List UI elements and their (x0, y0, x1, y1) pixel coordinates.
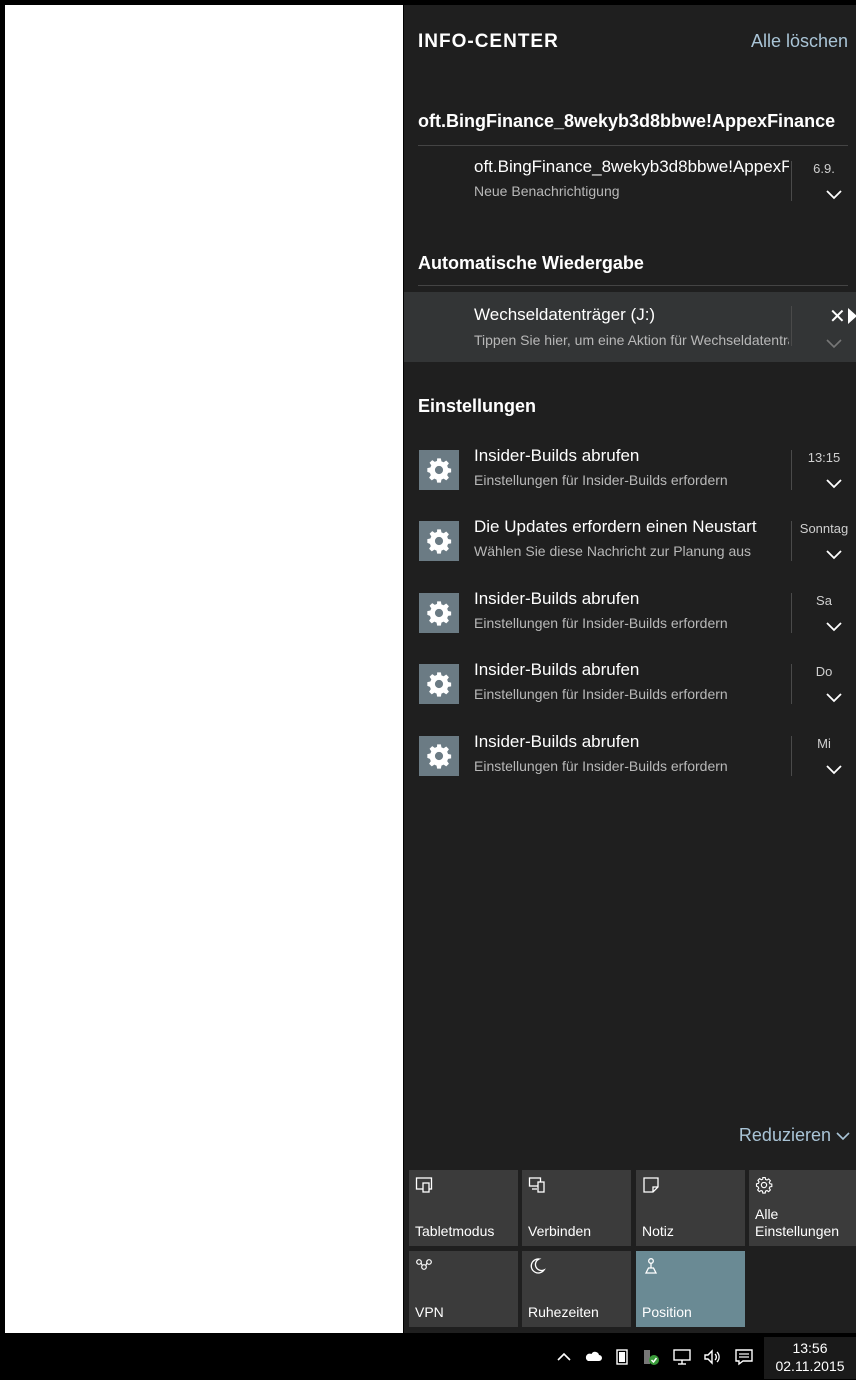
notification-divider (791, 521, 792, 561)
quick-action-label: Position (642, 1304, 692, 1320)
group-header-autoplay[interactable]: Automatische Wiedergabe (418, 253, 848, 274)
quick-action-label: Verbinden (528, 1223, 592, 1239)
group-divider (418, 285, 848, 286)
onedrive-icon[interactable] (583, 1347, 603, 1367)
notification-time: 13:15 (807, 450, 841, 465)
notification-divider (791, 161, 792, 201)
notification-body: Tippen Sie hier, um eine Aktion für Wech… (474, 332, 789, 348)
notification-time: Sonntag (799, 521, 849, 536)
notification-divider (791, 306, 792, 346)
close-icon[interactable]: ✕ (829, 304, 846, 329)
notification-removable-drive[interactable]: Wechseldatenträger (J:) Tippen Sie hier,… (404, 292, 856, 362)
notification-title: Insider-Builds abrufen (474, 589, 640, 608)
connect-icon (528, 1177, 545, 1193)
taskbar (0, 1333, 856, 1380)
quick-action-label: Ruhezeiten (528, 1304, 599, 1320)
chevron-down-icon[interactable] (822, 762, 846, 778)
desktop-area[interactable] (5, 5, 403, 1333)
notification-insider-builds-2[interactable]: Insider-Builds abrufen Einstellungen für… (404, 589, 856, 657)
collapse-label: Reduzieren (738, 1125, 831, 1145)
security-icon[interactable] (641, 1347, 661, 1367)
notification-divider (791, 736, 792, 776)
notification-body: Einstellungen für Insider-Builds erforde… (474, 615, 728, 631)
notification-bingfinance[interactable]: oft.BingFinance_8wekyb3d8bbwe!AppexFinan… (404, 157, 856, 225)
quick-action-label: Alle Einstellungen (755, 1206, 840, 1239)
gear-icon (755, 1176, 773, 1194)
clock-time: 13:56 (792, 1340, 828, 1356)
vpn-icon (416, 1259, 432, 1270)
quick-action-label: Notiz (642, 1223, 674, 1239)
notification-title: Insider-Builds abrufen (474, 660, 640, 679)
quick-action-vpn[interactable]: VPN (409, 1251, 518, 1327)
group-header-bingfinance[interactable]: oft.BingFinance_8wekyb3d8bbwe!AppexFinan… (418, 111, 848, 132)
moon-icon (530, 1258, 546, 1274)
notification-body: Einstellungen für Insider-Builds erforde… (474, 758, 728, 774)
chevron-up-icon[interactable] (554, 1347, 574, 1367)
volume-icon[interactable] (702, 1347, 722, 1367)
quick-action-label: VPN (415, 1304, 444, 1320)
quick-action-label: Tabletmodus (415, 1223, 495, 1239)
notification-body: Wählen Sie diese Nachricht zur Planung a… (474, 543, 752, 559)
notification-time: 6.9. (813, 161, 835, 176)
chevron-down-icon (836, 1132, 850, 1141)
notification-body: Einstellungen für Insider-Builds erforde… (474, 472, 728, 488)
quick-action-location[interactable]: Position (636, 1251, 745, 1327)
quick-action-quiet-hours[interactable]: Ruhezeiten (522, 1251, 631, 1327)
network-icon[interactable] (672, 1347, 692, 1367)
gear-icon (419, 593, 459, 633)
taskbar-clock[interactable]: 13:56 02.11.2015 (764, 1337, 856, 1379)
battery-icon[interactable] (612, 1347, 632, 1367)
gear-icon (419, 450, 459, 490)
action-center-title: INFO-CENTER (418, 31, 559, 52)
tablet-mode-icon (415, 1177, 433, 1193)
notification-insider-builds-4[interactable]: Insider-Builds abrufen Einstellungen für… (404, 732, 856, 800)
notification-title: Insider-Builds abrufen (474, 446, 640, 465)
notification-time: Sa (816, 593, 832, 608)
chevron-down-icon[interactable] (822, 619, 846, 635)
location-icon (644, 1258, 658, 1274)
chevron-down-icon[interactable] (822, 690, 846, 706)
notification-title: Insider-Builds abrufen (474, 732, 640, 751)
quick-action-all-settings[interactable]: Alle Einstellungen (749, 1170, 856, 1246)
notification-body: Neue Benachrichtigung (474, 183, 620, 199)
quick-action-tablet-mode[interactable]: Tabletmodus (409, 1170, 518, 1246)
gear-icon (419, 521, 459, 561)
notification-insider-builds-3[interactable]: Insider-Builds abrufen Einstellungen für… (404, 660, 856, 728)
notification-title: Die Updates erfordern einen Neustart (474, 517, 757, 536)
notification-body: Einstellungen für Insider-Builds erforde… (474, 686, 728, 702)
note-icon (643, 1177, 659, 1193)
group-header-settings[interactable]: Einstellungen (418, 396, 848, 417)
collapse-quick-actions-link[interactable]: Reduzieren (739, 1125, 850, 1146)
notification-insider-builds-1[interactable]: Insider-Builds abrufen Einstellungen für… (404, 446, 856, 514)
chevron-down-icon[interactable] (822, 476, 846, 492)
action-center-icon[interactable] (734, 1347, 754, 1367)
gear-icon (419, 736, 459, 776)
clock-date: 02.11.2015 (775, 1358, 845, 1374)
chevron-down-icon[interactable] (822, 547, 846, 563)
clear-all-link[interactable]: Alle löschen (751, 31, 848, 52)
notification-divider (791, 593, 792, 633)
action-center-panel: INFO-CENTER Alle löschen oft.BingFinance… (404, 5, 856, 1333)
chevron-down-icon[interactable] (822, 187, 846, 203)
screen: INFO-CENTER Alle löschen oft.BingFinance… (0, 0, 856, 1380)
quick-action-note[interactable]: Notiz (636, 1170, 745, 1246)
notification-divider (791, 450, 792, 490)
notification-time: Mi (817, 736, 831, 751)
quick-action-connect[interactable]: Verbinden (522, 1170, 631, 1246)
mouse-cursor-icon (848, 308, 856, 324)
notification-updates-restart[interactable]: Die Updates erfordern einen Neustart Wäh… (404, 517, 856, 585)
group-divider (418, 145, 848, 146)
notification-time: Do (815, 664, 833, 679)
notification-title: Wechseldatenträger (J:) (474, 305, 656, 324)
chevron-down-icon[interactable] (822, 336, 846, 352)
notification-title: oft.BingFinance_8wekyb3d8bbwe!AppexFinan… (474, 157, 789, 176)
notification-divider (791, 664, 792, 704)
gear-icon (419, 664, 459, 704)
